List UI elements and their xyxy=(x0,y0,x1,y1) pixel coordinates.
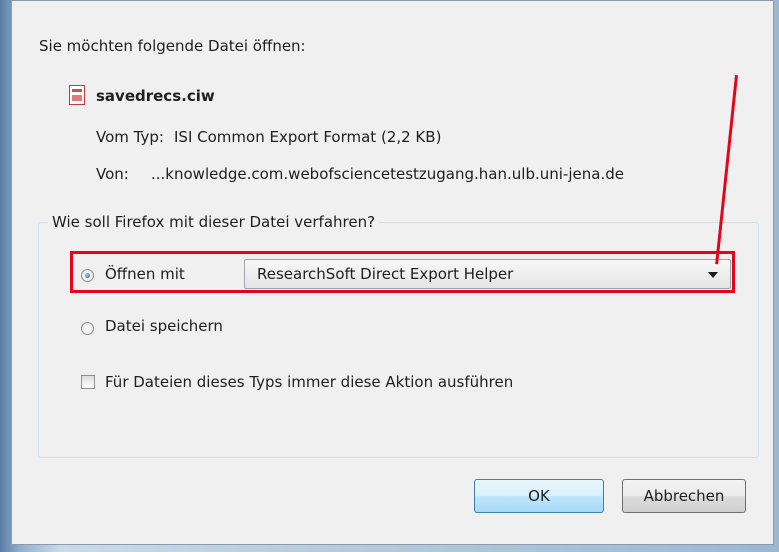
type-value: ISI Common Export Format (2,2 KB) xyxy=(174,128,442,146)
save-file-label[interactable]: Datei speichern xyxy=(105,317,223,335)
dialog-prompt: Sie möchten folgende Datei öffnen: xyxy=(39,37,306,55)
annotation-highlight-box xyxy=(70,251,735,293)
file-name: savedrecs.ciw xyxy=(96,87,215,105)
type-label: Vom Typ: xyxy=(96,128,164,146)
always-do-this-checkbox[interactable] xyxy=(81,375,95,389)
ok-button[interactable]: OK xyxy=(474,479,604,513)
save-file-radio[interactable] xyxy=(81,322,94,335)
cancel-button[interactable]: Abbrechen xyxy=(622,479,746,513)
ciw-file-icon xyxy=(69,85,85,105)
groupbox-legend: Wie soll Firefox mit dieser Datei verfah… xyxy=(48,213,380,231)
from-label: Von: xyxy=(96,165,129,183)
from-value: ...knowledge.com.webofsciencetestzugang.… xyxy=(151,165,624,183)
always-do-this-label[interactable]: Für Dateien dieses Typs immer diese Akti… xyxy=(105,373,513,391)
